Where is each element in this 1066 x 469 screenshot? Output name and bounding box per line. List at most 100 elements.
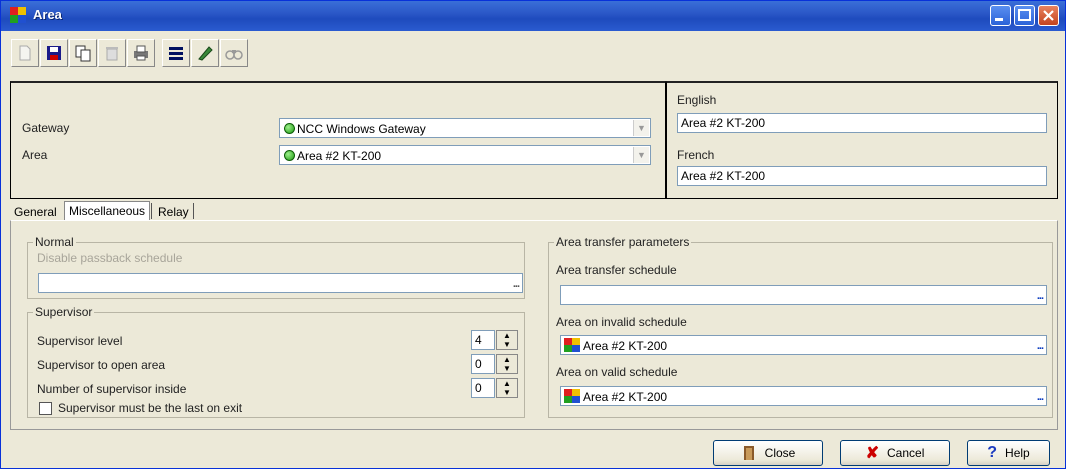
more-icon: ... xyxy=(512,278,520,290)
copy-icon xyxy=(75,45,91,62)
supervisor-inside-value[interactable]: 0 xyxy=(471,378,495,398)
close-button[interactable]: Close xyxy=(713,440,823,466)
supervisor-inside-label: Number of supervisor inside xyxy=(37,382,187,396)
invalid-schedule-label: Area on invalid schedule xyxy=(556,315,687,329)
chevron-down-icon[interactable]: ▼ xyxy=(633,120,649,136)
help-button[interactable]: ? Help xyxy=(967,440,1050,466)
edit-button[interactable] xyxy=(191,39,219,67)
maximize-icon xyxy=(1018,9,1031,21)
area-select[interactable]: Area #2 KT-200 ▼ xyxy=(279,145,651,165)
button-bar: Close ✘ Cancel ? Help xyxy=(10,433,1058,467)
arrow-down-icon[interactable]: ▼ xyxy=(497,388,517,397)
help-button-label: Help xyxy=(1005,446,1030,460)
gateway-select[interactable]: NCC Windows Gateway ▼ xyxy=(279,118,651,138)
tab-separator xyxy=(151,203,152,219)
print-button[interactable] xyxy=(127,39,155,67)
arrow-down-icon[interactable]: ▼ xyxy=(497,340,517,349)
window-title: Area xyxy=(33,7,62,22)
normal-group: Normal Disable passback schedule ... xyxy=(27,235,525,299)
status-dot-icon xyxy=(284,123,295,134)
valid-schedule-field[interactable]: Area #2 KT-200 ... xyxy=(560,386,1047,406)
trash-icon xyxy=(106,47,118,61)
invalid-schedule-value: Area #2 KT-200 xyxy=(583,339,668,353)
tab-miscellaneous[interactable]: Miscellaneous xyxy=(64,201,151,221)
copy-button[interactable] xyxy=(69,39,97,67)
more-icon[interactable]: ... xyxy=(1037,340,1044,352)
last-exit-checkbox[interactable] xyxy=(39,402,52,415)
area-label: Area xyxy=(22,148,48,162)
list-button[interactable] xyxy=(162,39,190,67)
maximize-button[interactable] xyxy=(1014,5,1035,26)
toolbar xyxy=(9,35,1059,73)
spinner-buttons[interactable]: ▲ ▼ xyxy=(496,330,518,350)
more-icon[interactable]: ... xyxy=(1037,391,1044,403)
tab-separator xyxy=(193,203,194,219)
gateway-value: NCC Windows Gateway xyxy=(297,122,426,136)
identity-panel: Gateway NCC Windows Gateway ▼ Area Area … xyxy=(10,81,666,199)
minimize-icon xyxy=(995,18,1003,21)
area-window: Area Gateway NCC Windows Gateway ▼ Area … xyxy=(0,0,1066,469)
tab-content: Normal Disable passback schedule ... Sup… xyxy=(10,220,1058,430)
supervisor-level-spinner[interactable]: 4 ▲ ▼ xyxy=(471,330,521,350)
delete-button[interactable] xyxy=(98,39,126,67)
last-exit-label: Supervisor must be the last on exit xyxy=(58,401,243,415)
spinner-buttons[interactable]: ▲ ▼ xyxy=(496,354,518,374)
passback-schedule-field: ... xyxy=(38,273,523,293)
title-bar: Area xyxy=(1,1,1065,31)
area-icon xyxy=(564,338,580,352)
close-button-label: Close xyxy=(764,446,796,460)
supervisor-open-value[interactable]: 0 xyxy=(471,354,495,374)
french-label: French xyxy=(677,148,715,162)
list-icon xyxy=(169,47,183,60)
supervisor-level-value[interactable]: 4 xyxy=(471,330,495,350)
supervisor-open-label: Supervisor to open area xyxy=(37,358,166,372)
area-value: Area #2 KT-200 xyxy=(297,149,382,163)
invalid-schedule-field[interactable]: Area #2 KT-200 ... xyxy=(560,335,1047,355)
english-label: English xyxy=(677,93,717,107)
chevron-down-icon[interactable]: ▼ xyxy=(633,147,649,163)
transfer-schedule-field[interactable]: ... xyxy=(560,285,1047,305)
supervisor-group: Supervisor Supervisor level 4 ▲ ▼ Superv… xyxy=(27,305,525,418)
transfer-group-title: Area transfer parameters xyxy=(554,235,692,249)
arrow-down-icon[interactable]: ▼ xyxy=(497,364,517,373)
more-icon[interactable]: ... xyxy=(1037,290,1044,302)
arrow-up-icon[interactable]: ▲ xyxy=(497,355,517,364)
close-window-button[interactable] xyxy=(1038,5,1059,26)
cancel-button[interactable]: ✘ Cancel xyxy=(840,440,950,466)
arrow-up-icon[interactable]: ▲ xyxy=(497,331,517,340)
supervisor-group-title: Supervisor xyxy=(33,305,95,319)
spinner-buttons[interactable]: ▲ ▼ xyxy=(496,378,518,398)
binoculars-icon xyxy=(225,50,243,60)
print-icon xyxy=(134,45,148,61)
arrow-up-icon[interactable]: ▲ xyxy=(497,379,517,388)
transfer-schedule-label: Area transfer schedule xyxy=(556,263,677,277)
cancel-x-icon: ✘ xyxy=(865,445,880,462)
supervisor-open-spinner[interactable]: 0 ▲ ▼ xyxy=(471,354,521,374)
language-panel: English Area #2 KT-200 French Area #2 KT… xyxy=(666,81,1058,199)
app-icon xyxy=(10,7,26,23)
tab-relay[interactable]: Relay xyxy=(154,203,193,221)
door-icon xyxy=(743,446,754,460)
area-icon xyxy=(564,389,580,403)
save-icon xyxy=(47,46,61,60)
valid-schedule-value: Area #2 KT-200 xyxy=(583,390,668,404)
cancel-button-label: Cancel xyxy=(887,446,925,460)
help-icon: ? xyxy=(987,444,998,461)
gateway-label: Gateway xyxy=(22,121,70,135)
supervisor-inside-spinner[interactable]: 0 ▲ ▼ xyxy=(471,378,521,398)
transfer-group: Area transfer parameters Area transfer s… xyxy=(548,235,1053,418)
supervisor-level-label: Supervisor level xyxy=(37,334,123,348)
passback-label: Disable passback schedule xyxy=(37,251,183,265)
close-icon xyxy=(1043,10,1054,21)
save-button[interactable] xyxy=(40,39,68,67)
french-name-field[interactable]: Area #2 KT-200 xyxy=(677,166,1047,186)
new-button[interactable] xyxy=(11,39,39,67)
english-name-field[interactable]: Area #2 KT-200 xyxy=(677,113,1047,133)
normal-group-title: Normal xyxy=(33,235,76,249)
minimize-button[interactable] xyxy=(990,5,1011,26)
tab-general[interactable]: General xyxy=(10,203,61,221)
find-button[interactable] xyxy=(220,39,248,67)
valid-schedule-label: Area on valid schedule xyxy=(556,365,678,379)
edit-icon xyxy=(198,46,213,61)
new-icon xyxy=(19,45,31,61)
